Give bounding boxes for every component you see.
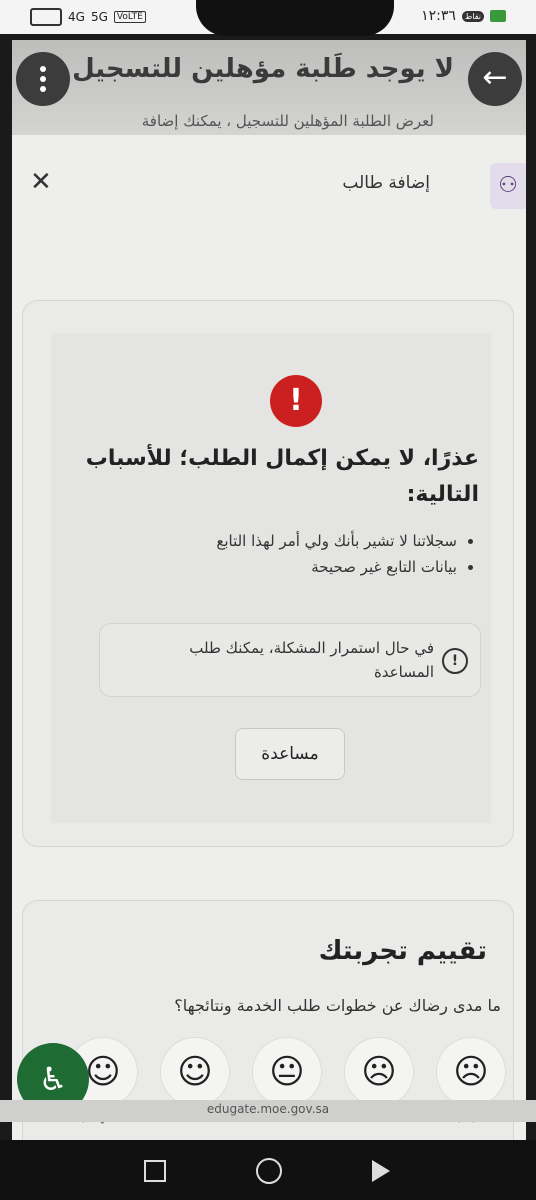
back-button[interactable]: ← <box>468 52 522 106</box>
student-group-icon: ⚇ <box>490 163 526 209</box>
arrow-left-icon: ← <box>482 60 508 95</box>
top-bar: لا يوجد طَلبة مؤهلين للتسجيل لعرض الطلبة… <box>12 40 526 135</box>
happy-face-icon[interactable]: ☺ <box>161 1038 229 1106</box>
recent-apps-button[interactable] <box>144 1160 166 1182</box>
battery-icon <box>30 8 62 26</box>
modal-header: ✕ إضافة طالب ⚇ <box>12 135 526 235</box>
rating-title: تقييم تجربتك <box>318 936 487 966</box>
notification-icon <box>490 10 506 22</box>
modal-title: إضافة طالب <box>342 173 430 193</box>
menu-dot-icon <box>40 86 46 92</box>
camera-notch <box>196 0 394 36</box>
close-button[interactable]: ✕ <box>30 167 52 197</box>
more-menu-button[interactable] <box>16 52 70 106</box>
error-icon: ! <box>270 375 322 427</box>
page-subtitle: لعرض الطلبة المؤهلين للتسجيل ، يمكنك إضا… <box>141 112 434 130</box>
neutral-face-icon[interactable]: 😐 <box>253 1038 321 1106</box>
error-card: ! عذرًا، لا يمكن إكمال الطلب؛ للأسباب ال… <box>22 300 514 847</box>
clock: ١٢:٣٦ <box>421 8 456 24</box>
status-left: 4G 5G VoLTE <box>30 8 146 26</box>
reasons-list: سجلاتنا لا تشير بأنك ولي أمر لهذا التابع… <box>77 528 479 580</box>
url-text: edugate.moe.gov.sa <box>206 1102 330 1116</box>
help-button[interactable]: مساعدة <box>235 728 345 780</box>
network-type: 4G <box>68 10 85 24</box>
reason-item: بيانات التابع غير صحيحة <box>77 554 457 580</box>
status-right: ١٢:٣٦ نقاط <box>421 8 506 24</box>
home-button[interactable] <box>256 1158 282 1184</box>
app-screen: لا يوجد طَلبة مؤهلين للتسجيل لعرض الطلبة… <box>12 40 526 1140</box>
info-icon: ! <box>442 648 468 674</box>
accessibility-icon: ♿ <box>38 1060 68 1098</box>
add-student-modal: ✕ إضافة طالب ⚇ ! عذرًا، لا يمكن إكمال ال… <box>12 135 526 1140</box>
help-notice: ! في حال استمرار المشكلة، يمكنك طلب المس… <box>99 623 481 697</box>
error-content: ! عذرًا، لا يمكن إكمال الطلب؛ للأسباب ال… <box>51 333 491 823</box>
sad-face-icon[interactable]: ☹ <box>345 1038 413 1106</box>
page-title: لا يوجد طَلبة مؤهلين للتسجيل <box>72 54 454 84</box>
status-badge: نقاط <box>461 10 484 22</box>
signal-type: 5G <box>90 10 108 24</box>
notice-text: في حال استمرار المشكلة، يمكنك طلب المساع… <box>189 639 434 681</box>
very-sad-face-icon[interactable]: ☹ <box>437 1038 505 1106</box>
lte-badge: VoLTE <box>113 11 146 23</box>
rating-question: ما مدى رضاك عن خطوات طلب الخدمة ونتائجها… <box>174 996 501 1015</box>
error-title: عذرًا، لا يمكن إكمال الطلب؛ للأسباب التا… <box>85 446 479 507</box>
nav-back-button[interactable] <box>372 1160 390 1182</box>
menu-dot-icon <box>40 76 46 82</box>
close-icon: ✕ <box>30 167 52 197</box>
reason-item: سجلاتنا لا تشير بأنك ولي أمر لهذا التابع <box>77 528 457 554</box>
menu-dot-icon <box>40 66 46 72</box>
